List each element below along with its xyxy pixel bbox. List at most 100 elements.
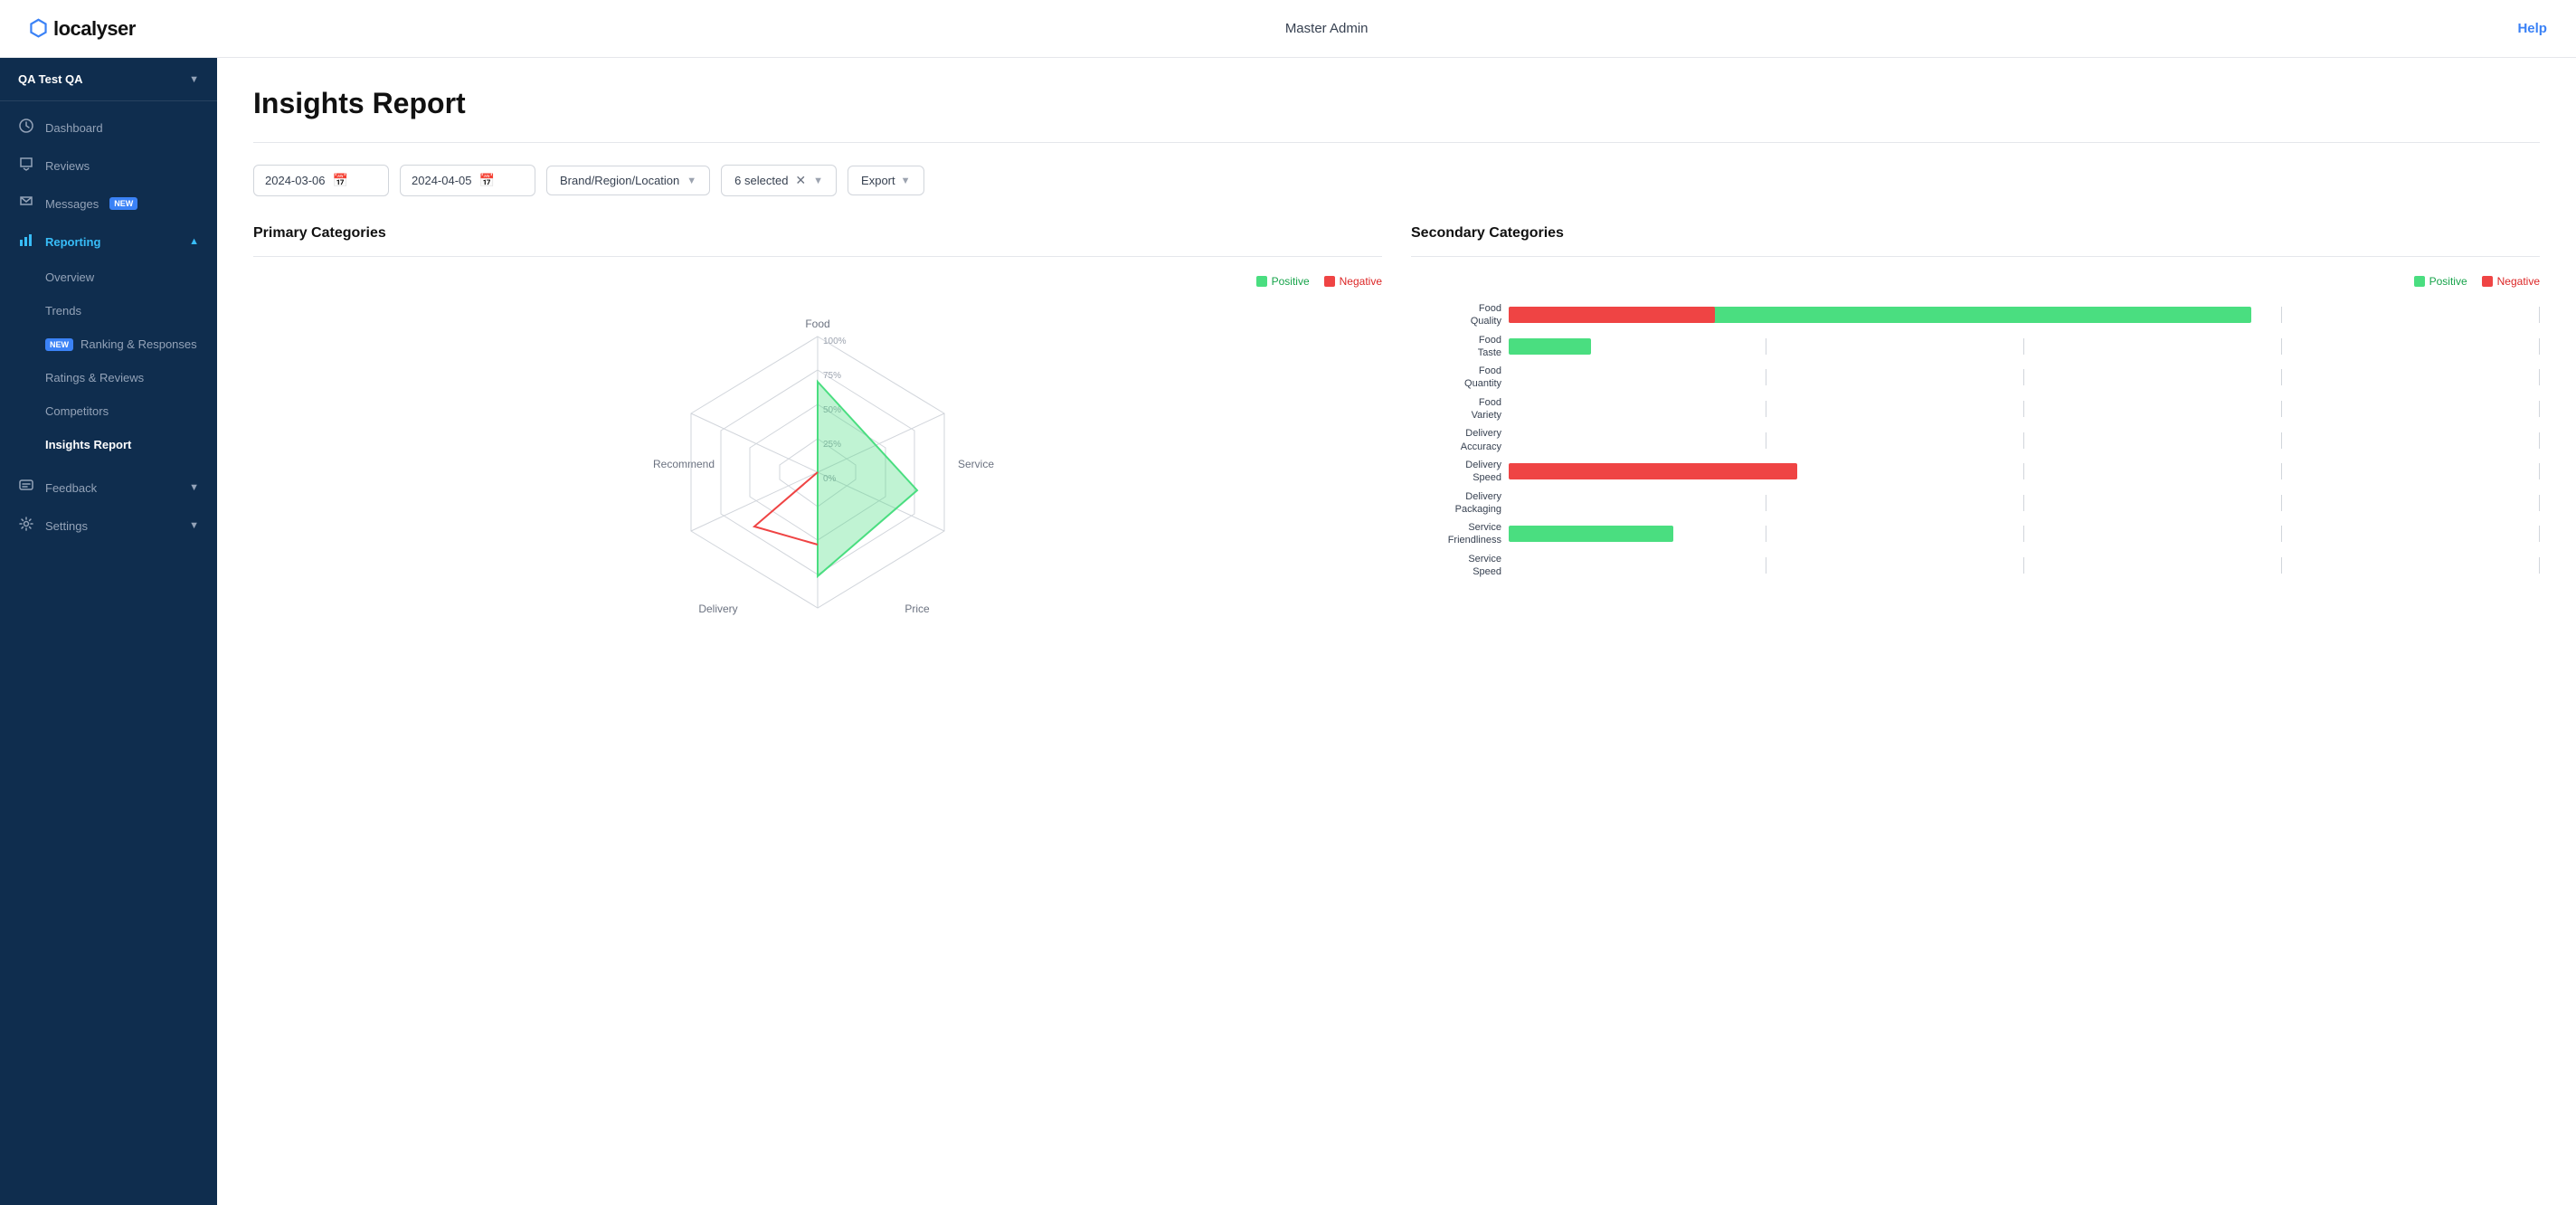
bar-track xyxy=(1509,369,2540,385)
svg-text:Service: Service xyxy=(958,458,994,470)
radar-svg: Food Service Price Delivery Recommend xyxy=(253,309,1382,635)
title-divider xyxy=(253,142,2540,143)
org-name: QA Test QA xyxy=(18,72,83,86)
bar-label: FoodTaste xyxy=(1420,334,1501,360)
secondary-legend: Positive Negative xyxy=(1411,275,2540,288)
bar-row: ServiceFriendliness xyxy=(1420,521,2540,547)
date-from-picker[interactable]: 2024-03-06 📅 xyxy=(253,165,389,196)
negative-legend: Negative xyxy=(1324,275,1382,288)
date-to-value: 2024-04-05 xyxy=(412,174,472,187)
settings-icon xyxy=(18,517,34,535)
charts-grid: Primary Categories Positive Negative xyxy=(253,225,2540,635)
sidebar-item-feedback-label: Feedback xyxy=(45,481,97,495)
page-title: Insights Report xyxy=(253,87,2540,120)
sidebar-item-reviews[interactable]: Reviews xyxy=(0,147,217,185)
primary-chart-divider xyxy=(253,256,1382,257)
svg-text:Recommend: Recommend xyxy=(653,458,715,470)
bar-label: FoodQuantity xyxy=(1420,365,1501,391)
bar-label: FoodQuality xyxy=(1420,302,1501,328)
date-to-picker[interactable]: 2024-04-05 📅 xyxy=(400,165,535,196)
sidebar-item-competitors-label: Competitors xyxy=(45,404,109,418)
sidebar-item-trends[interactable]: Trends xyxy=(0,294,217,327)
bar-label: FoodVariety xyxy=(1420,396,1501,422)
logo-icon: ⬡ xyxy=(29,15,48,42)
sidebar-item-settings[interactable]: Settings ▼ xyxy=(0,507,217,545)
help-link[interactable]: Help xyxy=(2517,21,2547,36)
bar-track xyxy=(1509,463,2540,479)
chevron-down-icon: ▼ xyxy=(189,74,199,85)
layout: QA Test QA ▼ Dashboard xyxy=(0,58,2576,1205)
logo: ⬡ localyser xyxy=(29,15,136,42)
bar-row: FoodTaste xyxy=(1420,334,2540,360)
sidebar-item-trends-label: Trends xyxy=(45,304,81,318)
sidebar-item-insights-label: Insights Report xyxy=(45,438,131,451)
reporting-chevron-icon: ▲ xyxy=(189,236,199,247)
svg-text:Price: Price xyxy=(904,602,930,615)
sidebar-item-reporting[interactable]: Reporting ▲ xyxy=(0,223,217,261)
svg-text:75%: 75% xyxy=(823,371,841,381)
sidebar-item-messages[interactable]: Messages NEW xyxy=(0,185,217,223)
bar-track xyxy=(1509,307,2540,323)
bar-label: DeliveryAccuracy xyxy=(1420,427,1501,453)
bar-row: FoodQuality xyxy=(1420,302,2540,328)
messages-badge: NEW xyxy=(109,197,137,210)
selected-count-filter[interactable]: 6 selected ✕ ▼ xyxy=(721,165,837,196)
main-content: Insights Report 2024-03-06 📅 2024-04-05 … xyxy=(217,58,2576,1205)
bar-label: ServiceSpeed xyxy=(1420,553,1501,579)
reviews-icon xyxy=(18,157,34,175)
radar-chart: Food Service Price Delivery Recommend xyxy=(253,309,1382,635)
sidebar-item-feedback[interactable]: Feedback ▼ xyxy=(0,469,217,507)
logo-text: localyser xyxy=(53,17,136,41)
sidebar: QA Test QA ▼ Dashboard xyxy=(0,58,217,1205)
selected-count-value: 6 selected xyxy=(734,174,788,187)
sidebar-item-insights[interactable]: Insights Report xyxy=(0,428,217,461)
secondary-chart-divider xyxy=(1411,256,2540,257)
bar-track xyxy=(1509,401,2540,417)
calendar-icon: 📅 xyxy=(333,173,348,188)
svg-text:Delivery: Delivery xyxy=(698,602,737,615)
sidebar-item-overview[interactable]: Overview xyxy=(0,261,217,294)
location-chevron-icon: ▼ xyxy=(687,176,696,186)
bar-positive xyxy=(1509,338,1591,355)
sidebar-item-ratings-label: Ratings & Reviews xyxy=(45,371,144,384)
bar-row: FoodVariety xyxy=(1420,396,2540,422)
sidebar-item-ratings[interactable]: Ratings & Reviews xyxy=(0,361,217,394)
secondary-positive-legend: Positive xyxy=(2414,275,2467,288)
bar-track xyxy=(1509,338,2540,355)
sidebar-item-reporting-label: Reporting xyxy=(45,235,100,249)
location-label: Brand/Region/Location xyxy=(560,174,679,187)
secondary-chart-title: Secondary Categories xyxy=(1411,225,2540,242)
primary-chart-section: Primary Categories Positive Negative xyxy=(253,225,1382,635)
admin-label: Master Admin xyxy=(1285,21,1368,36)
positive-dot xyxy=(1256,276,1267,287)
bar-track xyxy=(1509,526,2540,542)
sidebar-item-ranking[interactable]: NEW Ranking & Responses xyxy=(0,327,217,361)
topbar: ⬡ localyser Master Admin Help xyxy=(0,0,2576,58)
sidebar-item-dashboard[interactable]: Dashboard xyxy=(0,109,217,147)
bar-track xyxy=(1509,495,2540,511)
sidebar-item-messages-label: Messages xyxy=(45,197,99,211)
bar-track xyxy=(1509,557,2540,574)
reporting-subnav: Overview Trends NEW Ranking & Responses … xyxy=(0,261,217,461)
sidebar-nav: Dashboard Reviews xyxy=(0,101,217,1205)
sidebar-item-competitors[interactable]: Competitors xyxy=(0,394,217,428)
bar-chart: FoodQuality FoodTaste FoodQuantity FoodVari… xyxy=(1411,302,2540,578)
clear-selection-icon[interactable]: ✕ xyxy=(795,173,806,188)
feedback-chevron-icon: ▼ xyxy=(189,482,199,493)
sidebar-item-reviews-label: Reviews xyxy=(45,159,90,173)
feedback-icon xyxy=(18,479,34,497)
secondary-negative-dot xyxy=(2482,276,2493,287)
bar-row: ServiceSpeed xyxy=(1420,553,2540,579)
location-filter[interactable]: Brand/Region/Location ▼ xyxy=(546,166,710,195)
secondary-negative-label: Negative xyxy=(2497,275,2540,288)
export-button[interactable]: Export ▼ xyxy=(848,166,923,195)
positive-label: Positive xyxy=(1272,275,1310,288)
calendar-icon-2: 📅 xyxy=(479,173,495,188)
org-selector[interactable]: QA Test QA ▼ xyxy=(0,58,217,101)
bar-row: DeliveryPackaging xyxy=(1420,490,2540,517)
primary-chart-title: Primary Categories xyxy=(253,225,1382,242)
bar-label: ServiceFriendliness xyxy=(1420,521,1501,547)
negative-label: Negative xyxy=(1340,275,1382,288)
settings-chevron-icon: ▼ xyxy=(189,520,199,531)
sidebar-item-dashboard-label: Dashboard xyxy=(45,121,103,135)
